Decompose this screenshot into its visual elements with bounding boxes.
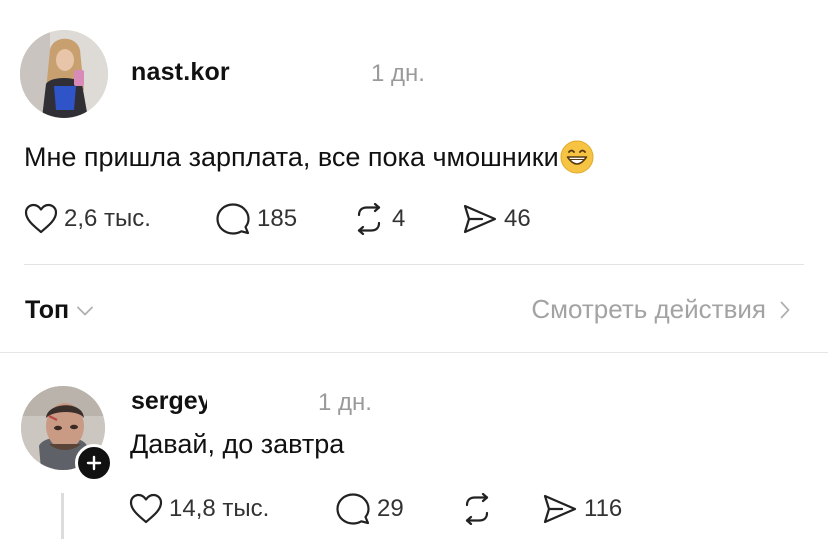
- post-like-button[interactable]: 2,6 тыс.: [24, 203, 151, 234]
- view-activity-link[interactable]: Смотреть действия: [531, 294, 790, 325]
- plus-icon: [86, 455, 102, 471]
- chevron-down-icon: [77, 306, 93, 315]
- reply-comment-button[interactable]: 29: [335, 492, 404, 526]
- send-icon: [543, 494, 577, 524]
- divider: [24, 264, 804, 265]
- reply-comment-count: 29: [377, 495, 404, 522]
- chevron-right-icon: [780, 301, 790, 318]
- view-activity-label: Смотреть действия: [531, 294, 766, 324]
- send-icon: [463, 204, 497, 234]
- reply-share-button[interactable]: 116: [542, 493, 622, 525]
- post-comment-count: 185: [257, 205, 298, 232]
- heart-icon: [129, 493, 163, 524]
- thread-connector-line: [61, 493, 64, 539]
- post-share-count: 46: [504, 205, 531, 232]
- post-text: Мне пришла зарплата, все пока чмошники: [24, 140, 594, 174]
- comment-bubble-icon: [336, 493, 370, 525]
- repost-icon: [357, 203, 381, 235]
- reply-repost-button[interactable]: [460, 493, 500, 525]
- sort-dropdown[interactable]: Топ: [25, 296, 93, 325]
- post-author-username[interactable]: nast.kor: [131, 58, 251, 87]
- post-text-content: Мне пришла зарплата, все пока чмошники: [24, 141, 559, 172]
- post-repost-button[interactable]: 4: [352, 203, 405, 235]
- post-repost-count: 4: [392, 205, 406, 232]
- reply-author-username[interactable]: sergey: [131, 387, 207, 416]
- post-share-button[interactable]: 46: [462, 203, 531, 235]
- post-author-avatar[interactable]: [20, 30, 108, 118]
- heart-icon: [24, 203, 58, 234]
- follow-plus-button[interactable]: [75, 444, 113, 482]
- grinning-face-emoji-icon: [560, 140, 594, 174]
- avatar-photo: [20, 30, 108, 118]
- repost-icon: [465, 493, 489, 525]
- comment-bubble-icon: [216, 203, 250, 235]
- post-like-count: 2,6 тыс.: [64, 204, 151, 232]
- reply-timestamp: 1 дн.: [318, 389, 372, 416]
- divider: [0, 352, 828, 353]
- reply-share-count: 116: [584, 495, 623, 522]
- reply-like-count: 14,8 тыс.: [169, 494, 270, 522]
- post-timestamp: 1 дн.: [371, 60, 425, 87]
- reply-like-button[interactable]: 14,8 тыс.: [129, 493, 269, 524]
- sort-label: Топ: [25, 296, 70, 324]
- post-comment-button[interactable]: 185: [215, 202, 297, 236]
- reply-text: Давай, до завтра: [130, 429, 345, 459]
